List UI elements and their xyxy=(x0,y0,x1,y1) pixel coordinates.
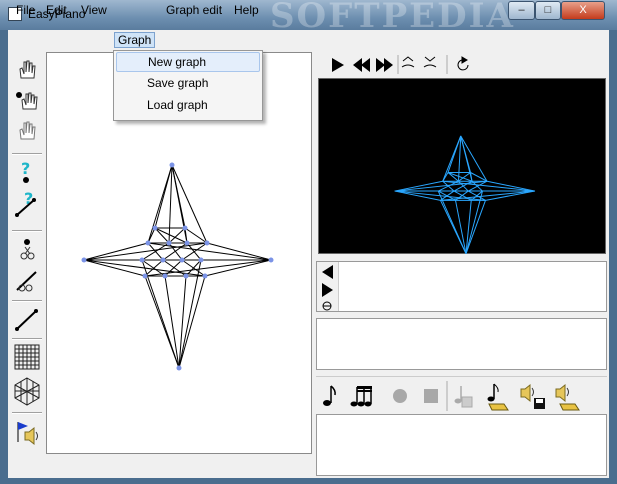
menu-bar xyxy=(8,30,609,50)
graph-edge xyxy=(144,259,272,277)
small-graph-icon xyxy=(322,301,332,311)
graph-node[interactable] xyxy=(182,225,188,231)
graph-edge xyxy=(394,180,443,192)
graph-edge xyxy=(455,200,467,254)
toolbar-separator xyxy=(12,338,42,340)
speaker-load-icon xyxy=(555,383,580,411)
graph-edge xyxy=(147,164,173,244)
graph-edge xyxy=(185,259,202,277)
graph-edge xyxy=(171,164,188,244)
graph-node[interactable] xyxy=(152,225,158,231)
cut-node-icon[interactable] xyxy=(12,236,42,264)
rewind-icon xyxy=(353,58,370,72)
graph-edge xyxy=(164,275,180,369)
flag-speaker-icon[interactable] xyxy=(12,418,42,446)
graph-node[interactable] xyxy=(169,162,175,168)
speaker-save-icon xyxy=(520,383,545,409)
graph-node[interactable] xyxy=(142,273,148,279)
record-icon xyxy=(393,389,407,403)
preview-toolbar xyxy=(318,53,606,76)
hexgrid-icon[interactable] xyxy=(12,376,42,406)
graph-edge xyxy=(83,242,149,261)
menu-help[interactable]: Help xyxy=(231,3,262,19)
query-node-icon[interactable]: ? xyxy=(12,158,42,186)
query-edge-icon[interactable]: ? xyxy=(12,190,42,218)
graph-node[interactable] xyxy=(145,240,151,246)
menu-item-load-graph[interactable]: Load graph xyxy=(116,96,260,116)
pitch-down-icon xyxy=(423,56,437,68)
toolbar-separator xyxy=(12,412,42,414)
graph-edge xyxy=(447,172,459,182)
play-icon xyxy=(332,58,344,72)
graph-edge xyxy=(154,227,170,244)
graph-node[interactable] xyxy=(162,273,168,279)
graph-node[interactable] xyxy=(183,273,189,279)
menu-graph-edit[interactable]: Graph edit xyxy=(163,3,225,19)
graph-edge xyxy=(204,259,272,277)
graph-edge xyxy=(486,180,536,192)
toolbar-separator xyxy=(12,153,42,155)
reset-icon xyxy=(457,56,469,71)
hand-icon[interactable] xyxy=(12,56,42,84)
note-load-icon xyxy=(487,383,509,411)
menu-item-save-graph[interactable]: Save graph xyxy=(116,74,260,94)
pitch-up-icon xyxy=(401,56,415,68)
notes-panel[interactable] xyxy=(316,318,607,370)
melody-panel[interactable] xyxy=(316,414,607,476)
music-toolbar xyxy=(316,376,607,414)
graph-node[interactable] xyxy=(166,240,172,246)
graph-node[interactable] xyxy=(202,273,208,279)
graph-edge xyxy=(168,164,173,244)
graph-node[interactable] xyxy=(184,240,190,246)
menu-graph[interactable]: Graph xyxy=(114,32,156,48)
grid-icon[interactable] xyxy=(12,343,42,371)
preview-drawing xyxy=(394,135,536,254)
graph-edge xyxy=(394,190,441,201)
graph-node[interactable] xyxy=(160,257,166,263)
graph-edge xyxy=(485,190,536,201)
graph-edge xyxy=(206,242,272,261)
hand-outline-icon[interactable] xyxy=(12,116,42,144)
graph-node[interactable] xyxy=(176,365,182,371)
beamed-notes-icon xyxy=(350,386,372,407)
fast-forward-icon xyxy=(376,58,393,72)
graph-edge xyxy=(164,259,183,277)
graph-edge xyxy=(83,259,146,277)
graph-list-panel[interactable] xyxy=(316,261,607,312)
graph-node[interactable] xyxy=(204,240,210,246)
minimize-button[interactable]: – xyxy=(508,1,535,20)
cut-edge-icon[interactable] xyxy=(12,266,42,294)
svg-text:?: ? xyxy=(21,159,30,178)
graph-node[interactable] xyxy=(268,257,274,263)
graph-node[interactable] xyxy=(139,257,145,263)
hand-node-icon[interactable] xyxy=(12,86,42,114)
menu-item-new-graph[interactable]: New graph xyxy=(116,52,260,72)
graph-node[interactable] xyxy=(198,257,204,263)
menu-view[interactable]: View xyxy=(78,3,110,19)
graph-list-nav xyxy=(317,262,339,311)
graph-edge xyxy=(460,135,473,182)
toolbar-separator xyxy=(12,300,42,302)
graph-node[interactable] xyxy=(81,257,87,263)
graph-edge xyxy=(440,190,536,201)
line-icon[interactable] xyxy=(12,305,42,333)
graph-node[interactable] xyxy=(179,257,185,263)
eighth-note-icon xyxy=(323,385,336,406)
arrow-left-icon xyxy=(322,265,333,279)
arrow-right-icon xyxy=(322,283,333,297)
note-save-disabled-icon xyxy=(454,386,473,408)
close-button[interactable]: X xyxy=(561,1,605,20)
toolbar-separator xyxy=(12,230,42,232)
graph-preview xyxy=(318,78,606,254)
graph-edge xyxy=(442,135,462,182)
menu-edit[interactable]: Edit xyxy=(43,3,70,19)
menu-file[interactable]: File xyxy=(13,3,38,19)
stop-icon xyxy=(424,389,438,403)
maximize-button[interactable]: □ xyxy=(535,1,561,20)
